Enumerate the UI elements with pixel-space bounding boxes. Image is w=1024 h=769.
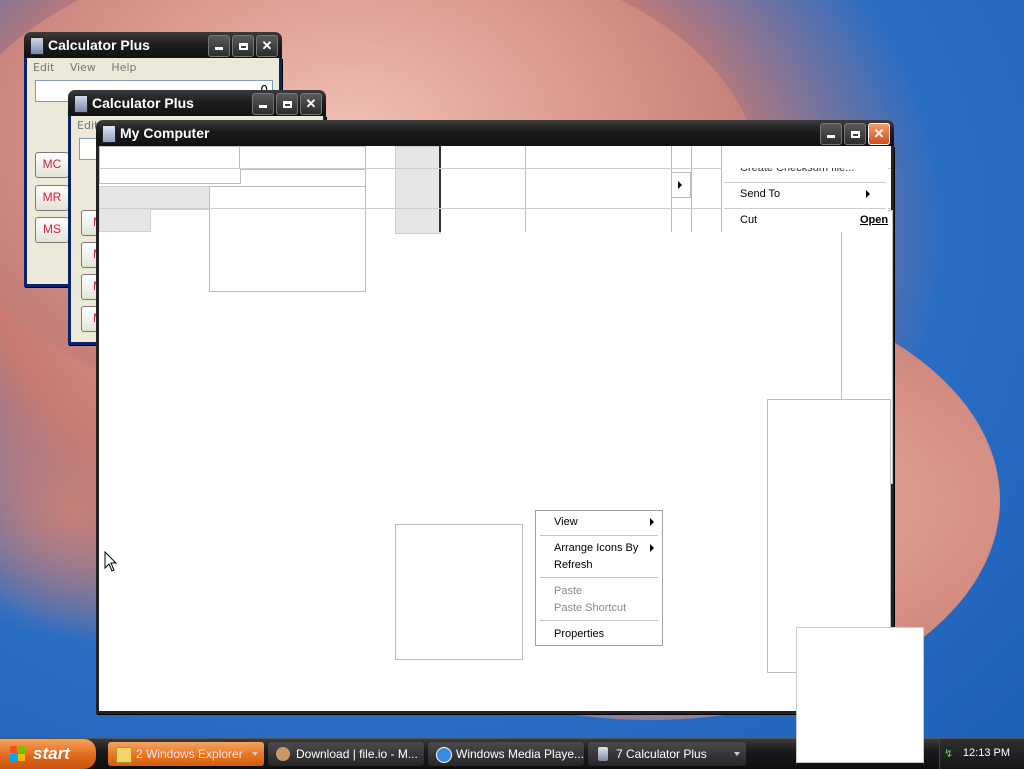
maximize-button[interactable] [844, 123, 866, 145]
my-computer-titlebar[interactable]: My Computer ✕ [96, 120, 894, 146]
desktop-context-menu[interactable]: View Arrange Icons By Refresh Paste Past… [535, 510, 663, 646]
calculator-icon [74, 95, 88, 113]
ghost-panel-middle [395, 524, 523, 660]
browser-icon [276, 747, 290, 761]
minimize-button[interactable] [208, 35, 230, 57]
desktop: Calculator Plus ✕ Edit View Help 0 MC MR… [0, 0, 1024, 763]
task-label: Windows Media Playe... [456, 747, 584, 761]
menu-bar: Edit View Help [27, 58, 279, 76]
calculator-titlebar[interactable]: Calculator Plus ✕ [24, 32, 282, 58]
calculator-icon [30, 37, 44, 55]
system-tray: ↯ 12:13 PM [939, 739, 1024, 769]
menu-help[interactable]: Help [111, 61, 136, 74]
start-button[interactable]: start [0, 739, 96, 769]
menu-edit[interactable]: Edit [33, 61, 54, 74]
maximize-button[interactable] [276, 93, 298, 115]
mc-button[interactable]: MC [35, 152, 69, 178]
chevron-down-icon [252, 752, 258, 756]
calculator-titlebar[interactable]: Calculator Plus ✕ [68, 90, 326, 116]
media-player-icon [436, 747, 452, 763]
submenu-arrow-icon [650, 518, 654, 526]
task-label: 2 Windows Explorer [136, 747, 243, 761]
submenu-arrow-icon [671, 172, 691, 198]
menu-view[interactable]: View [70, 61, 96, 74]
menu-item-properties[interactable]: Properties [554, 626, 604, 642]
windows-logo-icon [10, 746, 26, 762]
clock[interactable]: 12:13 PM [963, 747, 1010, 759]
submenu-arrow-icon [650, 544, 654, 552]
task-label: 7 Calculator Plus [616, 747, 707, 761]
menu-item-paste[interactable]: Paste [554, 583, 582, 599]
menu-item-send-to[interactable]: Send To [740, 188, 780, 200]
window-title: My Computer [120, 125, 210, 141]
calculator-icon [598, 747, 608, 761]
mouse-cursor-icon [104, 551, 118, 572]
taskbar-item-media-player[interactable]: Windows Media Playe... [428, 742, 584, 766]
network-icon[interactable]: ↯ [944, 747, 956, 760]
start-label: start [33, 744, 70, 763]
taskbar-item-download-browser[interactable]: Download | file.io - M... [268, 742, 424, 766]
mr-button[interactable]: MR [35, 185, 69, 211]
menu-item-arrange-icons-by[interactable]: Arrange Icons By [554, 540, 638, 556]
chevron-down-icon [734, 752, 740, 756]
minimize-button[interactable] [820, 123, 842, 145]
close-button[interactable]: ✕ [256, 35, 278, 57]
menu-item-open[interactable]: Open [860, 214, 888, 226]
taskbar-item-windows-explorer[interactable]: 2 Windows Explorer [108, 742, 264, 766]
menu-item-view[interactable]: View [554, 514, 578, 530]
task-label: Download | file.io - M... [296, 747, 418, 761]
submenu-arrow-icon [866, 190, 870, 198]
ms-button[interactable]: MS [35, 217, 69, 243]
ghost-block [796, 627, 924, 763]
menu-item-paste-shortcut[interactable]: Paste Shortcut [554, 600, 626, 616]
taskbar-item-calculator-plus[interactable]: 7 Calculator Plus [588, 742, 746, 766]
window-title: Calculator Plus [48, 37, 150, 53]
maximize-button[interactable] [232, 35, 254, 57]
computer-icon [102, 125, 116, 143]
close-button[interactable]: ✕ [868, 123, 890, 145]
menu-item-cut[interactable]: Cut [740, 214, 757, 226]
window-title: Calculator Plus [92, 95, 194, 111]
close-button[interactable]: ✕ [300, 93, 322, 115]
menu-item-refresh[interactable]: Refresh [554, 557, 593, 573]
folder-icon [116, 747, 132, 763]
minimize-button[interactable] [252, 93, 274, 115]
